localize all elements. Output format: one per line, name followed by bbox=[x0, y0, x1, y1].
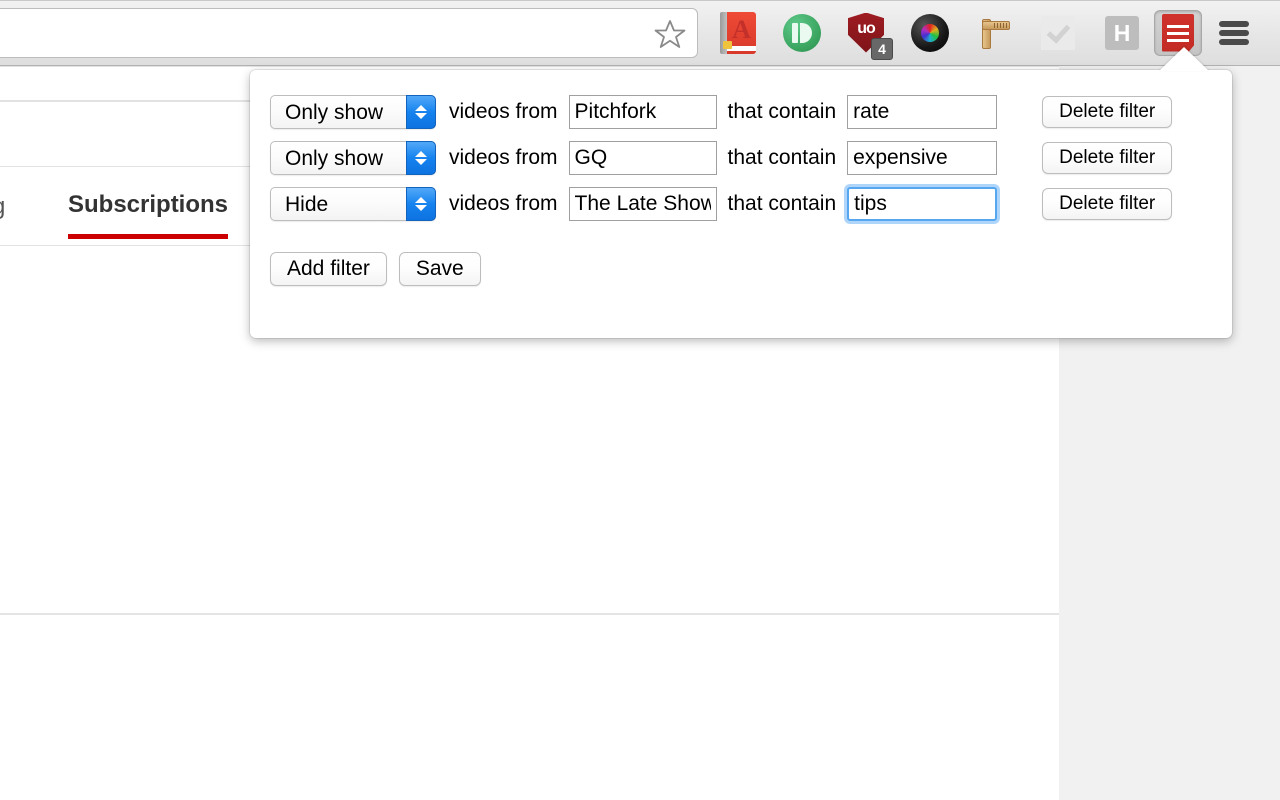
filter-row: Only show videos from that contain Delet… bbox=[270, 141, 1173, 175]
ublock-origin-extension-icon[interactable]: uo 4 bbox=[834, 8, 898, 60]
filter-action-value: Only show bbox=[285, 146, 384, 170]
filter-action-select[interactable]: Only show bbox=[270, 95, 436, 129]
filter-row: Hide videos from that contain Delete fil… bbox=[270, 187, 1173, 221]
dictionary-extension-icon[interactable]: A bbox=[706, 8, 770, 58]
label-that-contain: that contain bbox=[727, 146, 837, 169]
delete-filter-button[interactable]: Delete filter bbox=[1042, 142, 1173, 174]
h-extension-icon[interactable]: H bbox=[1090, 8, 1154, 58]
dictionary-book-icon: A bbox=[720, 11, 756, 54]
checkmark-extension-icon[interactable] bbox=[1026, 8, 1090, 58]
screen: g Subscriptions A bbox=[0, 0, 1280, 800]
filter-action-value: Only show bbox=[285, 100, 384, 124]
checkmark-icon bbox=[1041, 15, 1075, 50]
hamburger-menu-icon bbox=[1219, 20, 1249, 45]
ruler-icon bbox=[976, 15, 1012, 51]
pushbullet-extension-icon[interactable] bbox=[770, 8, 834, 58]
popup-pointer-arrow bbox=[1159, 47, 1209, 71]
label-videos-from: videos from bbox=[449, 192, 558, 215]
channel-input[interactable] bbox=[568, 187, 717, 221]
browser-toolbar: A uo 4 H bbox=[0, 0, 1280, 66]
filter-action-select[interactable]: Hide bbox=[270, 187, 436, 221]
filter-action-select[interactable]: Only show bbox=[270, 141, 436, 175]
delete-filter-button[interactable]: Delete filter bbox=[1042, 188, 1173, 220]
video-filter-popup: Only show videos from that contain Delet… bbox=[250, 70, 1232, 338]
red-notebook-icon bbox=[1162, 13, 1194, 52]
chevron-updown-icon[interactable] bbox=[406, 187, 436, 221]
ublock-label: uo bbox=[857, 19, 876, 37]
star-icon[interactable] bbox=[653, 18, 687, 50]
tab-subscriptions[interactable]: Subscriptions bbox=[68, 191, 228, 219]
popup-actions: Add filter Save bbox=[270, 252, 481, 286]
keyword-input[interactable] bbox=[847, 95, 998, 129]
dictionary-letter: A bbox=[732, 14, 751, 44]
tab-active-underline bbox=[68, 234, 228, 239]
browser-menu-button[interactable] bbox=[1202, 8, 1266, 58]
letter-h-icon: H bbox=[1105, 15, 1139, 50]
filter-action-value: Hide bbox=[285, 192, 329, 216]
page-divider-1 bbox=[0, 66, 1059, 67]
label-that-contain: that contain bbox=[727, 100, 837, 123]
chevron-updown-icon[interactable] bbox=[406, 95, 436, 129]
save-button[interactable]: Save bbox=[398, 252, 481, 286]
chevron-updown-icon[interactable] bbox=[406, 141, 436, 175]
ublock-block-count-badge: 4 bbox=[871, 37, 893, 60]
pushbullet-circle-icon bbox=[783, 13, 821, 52]
ruler-extension-icon[interactable] bbox=[962, 8, 1026, 58]
shield-icon: uo 4 bbox=[848, 12, 893, 60]
label-that-contain: that contain bbox=[727, 192, 837, 215]
keyword-input[interactable] bbox=[847, 141, 998, 175]
camera-lens-extension-icon[interactable] bbox=[898, 8, 962, 58]
address-bar[interactable] bbox=[0, 8, 698, 58]
tab-previous-partial[interactable]: g bbox=[0, 193, 5, 221]
keyword-input[interactable] bbox=[847, 187, 998, 221]
channel-input[interactable] bbox=[568, 141, 717, 175]
camera-lens-icon bbox=[911, 13, 949, 52]
delete-filter-button[interactable]: Delete filter bbox=[1042, 96, 1173, 128]
add-filter-button[interactable]: Add filter bbox=[270, 252, 387, 286]
filter-row: Only show videos from that contain Delet… bbox=[270, 95, 1173, 129]
page-divider-5 bbox=[0, 613, 1059, 615]
label-videos-from: videos from bbox=[449, 146, 558, 169]
channel-input[interactable] bbox=[568, 95, 717, 129]
label-videos-from: videos from bbox=[449, 100, 558, 123]
